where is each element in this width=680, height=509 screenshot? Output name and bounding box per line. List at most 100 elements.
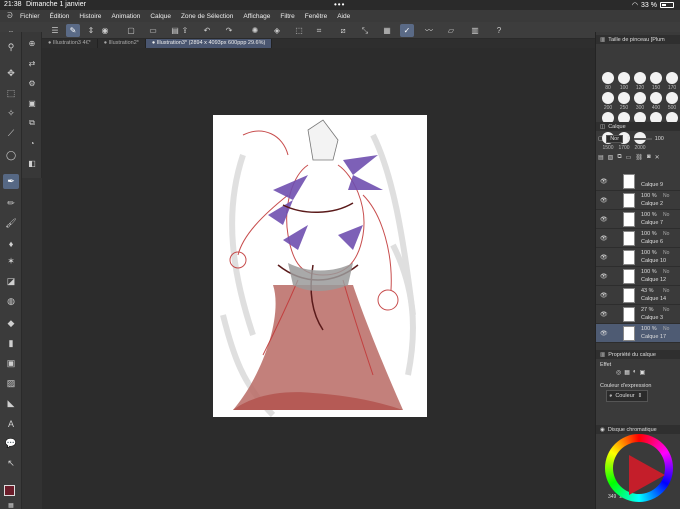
text-tool-icon[interactable]: A — [3, 416, 19, 431]
pen-tool-icon[interactable]: ✒ — [3, 174, 19, 189]
brush-size-dot[interactable] — [634, 92, 646, 104]
layer-row[interactable]: 👁 100 % No Calque 2 — [596, 191, 680, 210]
image-icon[interactable]: ▣ — [25, 96, 39, 110]
brush-size-dot[interactable] — [650, 92, 662, 104]
artwork-canvas[interactable] — [213, 115, 427, 417]
link-icon[interactable]: ⛓ — [635, 154, 643, 166]
deselect-icon[interactable]: ⬚ — [292, 24, 306, 37]
menu-fichier[interactable]: Fichier — [20, 13, 40, 20]
app-logo-icon[interactable]: ᘐ — [0, 11, 20, 21]
search-layer-icon[interactable]: ◧ — [25, 156, 39, 170]
tool-property-icon[interactable]: ⚙ — [25, 76, 39, 90]
frame-tool-icon[interactable]: ▨ — [3, 376, 19, 391]
sub-tool-icon[interactable]: ⇄ — [25, 56, 39, 70]
layer-row[interactable]: 👁 27 % No Calque 3 — [596, 305, 680, 324]
crop-icon[interactable]: ⌗ — [312, 24, 326, 37]
material-icon[interactable]: ⧉ — [25, 116, 39, 130]
fill-icon[interactable]: ▦ — [380, 24, 394, 37]
brush-size-dot[interactable] — [618, 92, 630, 104]
visibility-eye-icon[interactable]: 👁 — [600, 292, 608, 299]
menu-aide[interactable]: Aide — [337, 13, 350, 20]
visibility-eye-icon[interactable]: 👁 — [600, 330, 608, 337]
visibility-eye-icon[interactable]: 👁 — [600, 273, 608, 280]
undo-icon[interactable]: ↶ — [200, 24, 214, 37]
export-icon[interactable]: ⇪ — [178, 24, 192, 37]
visibility-eye-icon[interactable]: 👁 — [600, 254, 608, 261]
menu-calque[interactable]: Calque — [150, 13, 171, 20]
new-folder-icon[interactable]: ▭ — [626, 154, 632, 166]
blend-stepper-icon[interactable]: ⇕ — [626, 136, 631, 142]
color-triangle[interactable] — [629, 455, 665, 495]
visibility-eye-icon[interactable]: 👁 — [600, 197, 608, 204]
layer-type-icon[interactable]: ▢ — [598, 136, 603, 142]
gradient-tool-icon[interactable]: ▮ — [3, 336, 19, 351]
opacity-slider[interactable] — [633, 138, 652, 140]
layer-row[interactable]: 👁 100 % No Calque 12 — [596, 267, 680, 286]
brush-size-dot[interactable] — [602, 72, 614, 84]
visibility-eye-icon[interactable]: 👁 — [600, 311, 608, 318]
tab-illustration2[interactable]: ● Illustration2* — [98, 39, 146, 48]
bucket-icon[interactable]: ◈ — [270, 24, 284, 37]
correction-tool-icon[interactable]: ↖ — [3, 456, 19, 471]
lasso-icon[interactable]: ◯ — [3, 148, 19, 163]
stabilizer-icon[interactable]: ✓ — [400, 24, 414, 37]
slash-icon[interactable]: ⧄ — [336, 24, 350, 37]
hamburger-menu-icon[interactable]: ☰ — [48, 24, 62, 37]
tab-illustration3-active[interactable]: ● Illustration3* (2894 x 4093px 600ppp 2… — [145, 39, 273, 48]
help-icon[interactable]: ? — [492, 24, 506, 37]
expression-color-select[interactable]: ◕ Couleur ⇕ — [606, 390, 648, 402]
opacity-value[interactable]: 100 — [655, 136, 664, 142]
tab-illustration3a[interactable]: ● Illustration3 4€* — [42, 39, 98, 48]
magic-wand-icon[interactable]: ✧ — [3, 106, 19, 121]
layer-row[interactable]: 👁 100 % No Calque 17 — [596, 324, 680, 343]
navigator-icon[interactable]: ⊕ — [25, 36, 39, 50]
menu-fenetre[interactable]: Fenêtre — [305, 13, 327, 20]
open-folder-icon[interactable]: ▭ — [146, 24, 160, 37]
blend-tool-icon[interactable]: ◍ — [3, 294, 19, 309]
brush-size-dot[interactable] — [650, 72, 662, 84]
menu-histoire[interactable]: Histoire — [79, 13, 101, 20]
menu-affichage[interactable]: Affichage — [243, 13, 270, 20]
brush-size-dot[interactable] — [634, 72, 646, 84]
zoom-icon[interactable]: ⚲ — [3, 40, 19, 55]
mask-icon[interactable]: ◙ — [647, 154, 651, 166]
new-file-icon[interactable]: ▢ — [124, 24, 138, 37]
transparent-color-icon[interactable]: ▦ — [3, 502, 19, 509]
redo-icon[interactable]: ↷ — [222, 24, 236, 37]
color-wheel[interactable] — [605, 434, 673, 502]
ruler-tool-icon[interactable]: ◣ — [3, 396, 19, 411]
pencil-tool-icon[interactable]: ✏ — [3, 196, 19, 211]
pen-mode-icon[interactable]: ✎ — [66, 24, 80, 37]
menu-filtre[interactable]: Filtre — [280, 13, 294, 20]
history-icon[interactable]: ◔ — [25, 136, 39, 150]
blend-mode-select[interactable]: Nor — [606, 135, 624, 143]
layer-row[interactable]: 👁 100 % No Calque 6 — [596, 229, 680, 248]
effect-extract-icon[interactable]: ▣ — [640, 369, 646, 376]
decoration-tool-icon[interactable]: ✶ — [3, 254, 19, 269]
sparkle-icon[interactable]: ✺ — [248, 24, 262, 37]
multitasking-dots-icon[interactable]: ••• — [334, 0, 345, 9]
settings-icon[interactable]: ▥ — [468, 24, 482, 37]
airbrush-tool-icon[interactable]: ♦ — [3, 236, 19, 251]
effect-tone-icon[interactable]: ▦ — [624, 369, 630, 376]
brush-size-dot[interactable] — [666, 92, 678, 104]
delete-layer-icon[interactable]: ✕ — [655, 154, 660, 166]
brush-stroke-icon[interactable]: 〰 — [422, 24, 436, 37]
foreground-color[interactable] — [4, 485, 15, 496]
menu-edition[interactable]: Édition — [50, 13, 70, 20]
balloon-tool-icon[interactable]: 💬 — [3, 436, 19, 451]
eraser-stroke-icon[interactable]: ▱ — [444, 24, 458, 37]
menu-selection[interactable]: Zone de Sélection — [181, 13, 233, 20]
brush-tool-icon[interactable]: 🖌 — [3, 216, 19, 231]
brush-size-dot[interactable] — [666, 72, 678, 84]
stepper-icon[interactable]: ⇕ — [84, 24, 98, 37]
brush-size-dot[interactable] — [602, 92, 614, 104]
figure-tool-icon[interactable]: ▣ — [3, 356, 19, 371]
lock-icon[interactable]: ▤ — [598, 154, 604, 166]
eraser-tool-icon[interactable]: ◪ — [3, 274, 19, 289]
visibility-eye-icon[interactable]: 👁 — [600, 235, 608, 242]
layer-row[interactable]: 👁 43 % No Calque 14 — [596, 286, 680, 305]
menu-animation[interactable]: Animation — [111, 13, 140, 20]
layer-row[interactable]: 👁 100 % No Calque 7 — [596, 210, 680, 229]
camera-icon[interactable]: ◉ — [98, 24, 112, 37]
